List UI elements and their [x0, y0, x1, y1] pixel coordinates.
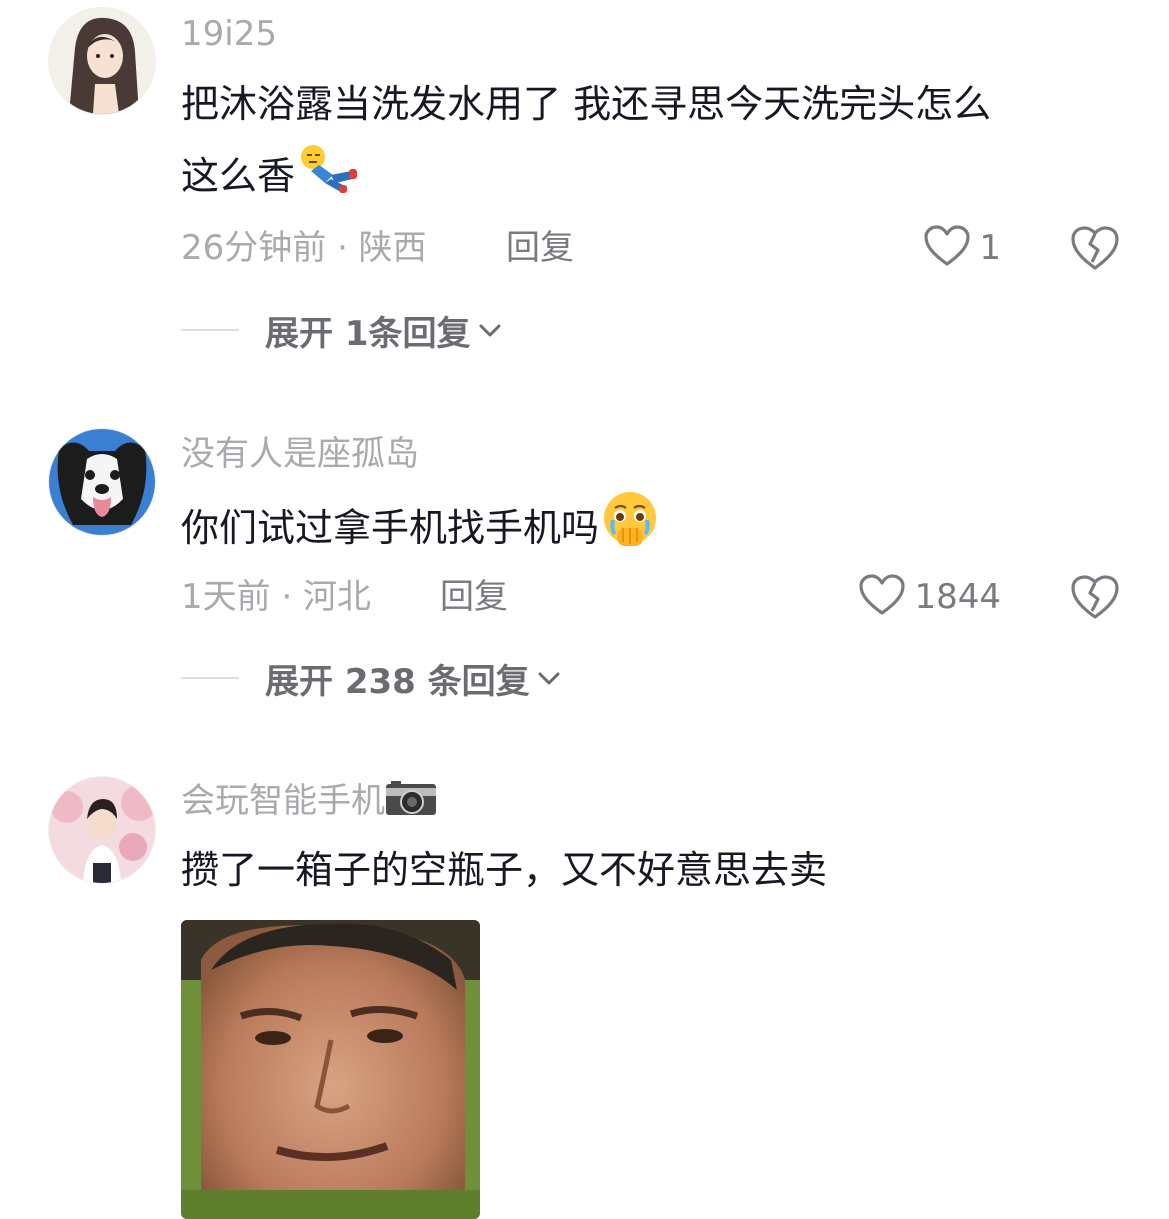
divider: [181, 677, 239, 679]
comment-text-body: 你们试过拿手机找手机吗: [181, 506, 600, 550]
comment-text-line: 这么香: [181, 140, 1131, 216]
heart-icon: [923, 224, 971, 272]
comment-text: 把沐浴露当洗发水用了 我还寻思今天洗完头怎么 这么香: [181, 68, 1131, 216]
broken-heart-icon: [1070, 575, 1120, 625]
chevron-down-icon: [479, 324, 500, 337]
username[interactable]: 会玩智能手机: [181, 780, 437, 825]
expand-replies[interactable]: 展开 1条回复: [181, 308, 503, 354]
dislike-button[interactable]: [1070, 573, 1120, 621]
chevron-down-icon: [538, 672, 560, 685]
comment-time-location: 26分钟前 · 陕西: [181, 228, 427, 268]
like-button[interactable]: 1844: [858, 573, 1001, 621]
avatar[interactable]: [49, 8, 155, 114]
expand-replies-label: 展开 238 条回复: [265, 661, 530, 702]
comment-text-line: 把沐浴露当洗发水用了 我还寻思今天洗完头怎么: [181, 82, 992, 126]
meme-face-image[interactable]: [181, 920, 480, 1219]
broken-heart-icon: [1070, 226, 1120, 276]
like-count: 1844: [914, 577, 1001, 617]
expand-replies-label: 展开 1条回复: [265, 313, 471, 354]
username-text: 会玩智能手机: [181, 781, 385, 821]
lying-down-emoji: [295, 141, 359, 216]
avatar[interactable]: [49, 777, 155, 883]
username[interactable]: 19i25: [181, 14, 277, 54]
dislike-button[interactable]: [1070, 224, 1120, 272]
camera-icon: [385, 780, 437, 825]
comment-text-tail: 这么香: [181, 154, 296, 198]
comment-time-location: 1天前 · 河北: [181, 577, 372, 617]
comment-text: 攒了一箱子的空瓶子，又不好意思去卖: [181, 848, 828, 892]
reply-button[interactable]: 回复: [440, 577, 508, 617]
like-count: 1: [979, 228, 1001, 268]
divider: [181, 329, 239, 331]
reply-button[interactable]: 回复: [506, 228, 574, 268]
username[interactable]: 没有人是座孤岛: [181, 434, 419, 474]
expand-replies[interactable]: 展开 238 条回复: [181, 656, 562, 702]
heart-icon: [858, 573, 906, 621]
like-button[interactable]: 1: [923, 224, 1001, 272]
comment-text: 你们试过拿手机找手机吗: [181, 488, 1131, 573]
avatar[interactable]: [49, 429, 155, 535]
crying-covering-mouth-emoji: [599, 488, 661, 573]
